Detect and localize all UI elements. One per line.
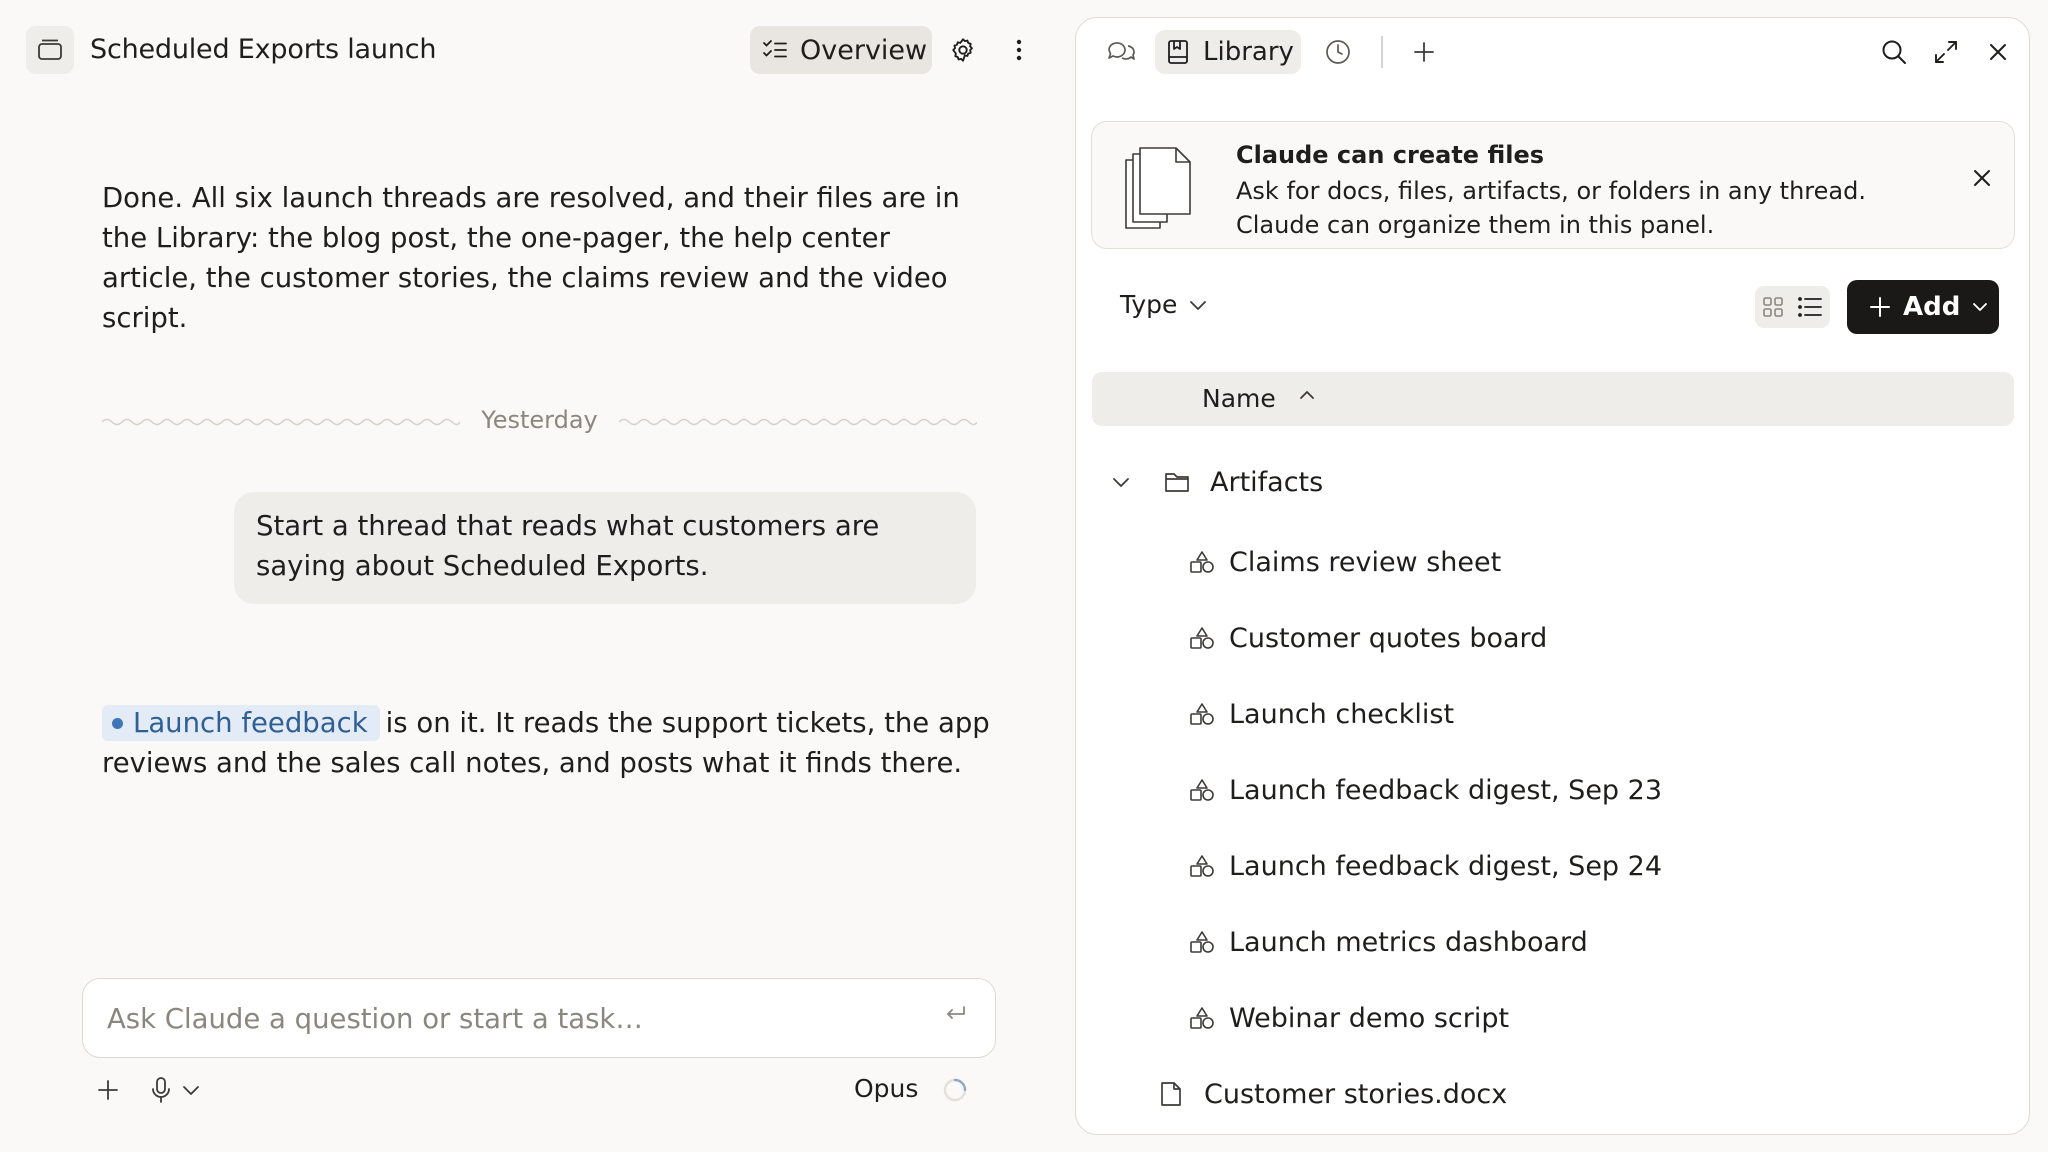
plus-icon	[1412, 40, 1436, 64]
create-files-banner: Claude can create files Ask for docs, fi…	[1091, 121, 2015, 249]
new-tab-button[interactable]	[1402, 30, 1446, 74]
chevron-down-icon	[1972, 302, 1988, 313]
chevron-down-icon	[1189, 299, 1207, 311]
type-filter-label: Type	[1120, 290, 1178, 319]
date-divider: Yesterday	[102, 400, 977, 444]
list-view-button[interactable]	[1797, 296, 1823, 318]
model-selector[interactable]: Opus	[854, 1074, 918, 1103]
file-label: Customer stories.docx	[1204, 1078, 1508, 1110]
chat-bubbles-icon	[1106, 38, 1136, 66]
artifact-row[interactable]: Launch feedback digest, Sep 23	[1189, 762, 1662, 818]
chat-header: Scheduled Exports launch Overview	[0, 0, 1060, 100]
checklist-icon	[762, 39, 788, 61]
grid-icon	[1762, 296, 1784, 318]
artifact-shapes-icon	[1189, 702, 1215, 726]
search-icon	[1880, 38, 1908, 66]
file-row[interactable]: Customer stories.docx	[1160, 1066, 1507, 1122]
artifact-row[interactable]: Launch checklist	[1189, 686, 1454, 742]
composer-tools	[96, 1070, 200, 1110]
more-vertical-icon	[1015, 38, 1023, 62]
page-title: Scheduled Exports launch	[90, 34, 437, 65]
artifact-shapes-icon	[1189, 626, 1215, 650]
composer	[82, 978, 996, 1058]
chevron-down-icon	[182, 1084, 200, 1096]
voice-options-dropdown[interactable]	[182, 1084, 200, 1096]
banner-body: Ask for docs, files, artifacts, or folde…	[1236, 177, 1866, 239]
plus-icon	[1869, 296, 1891, 318]
assistant-message: Launch feedback is on it. It reads the su…	[102, 703, 992, 783]
type-filter-dropdown[interactable]: Type	[1120, 290, 1207, 319]
artifact-label: Claims review sheet	[1229, 546, 1502, 578]
microphone-button[interactable]	[150, 1076, 172, 1104]
divider-wave-right	[619, 418, 977, 426]
grid-view-button[interactable]	[1762, 296, 1784, 318]
plus-icon	[96, 1078, 120, 1102]
folder-icon	[1164, 471, 1190, 493]
thread-status-dot	[112, 718, 123, 729]
clock-icon	[1324, 38, 1352, 66]
artifact-shapes-icon	[1189, 854, 1215, 878]
artifact-row[interactable]: Launch metrics dashboard	[1189, 914, 1588, 970]
sidebar-toggle-icon	[37, 38, 63, 62]
list-icon	[1797, 296, 1823, 318]
expand-panel-button[interactable]	[1924, 30, 1968, 74]
document-icon	[1160, 1081, 1182, 1107]
artifact-row[interactable]: Customer quotes board	[1189, 610, 1547, 666]
settings-button[interactable]	[941, 28, 985, 72]
more-options-button[interactable]	[997, 28, 1041, 72]
assistant-message: Done. All six launch threads are resolve…	[102, 182, 960, 334]
microphone-icon	[150, 1076, 172, 1104]
artifact-label: Launch metrics dashboard	[1229, 926, 1588, 958]
history-tab[interactable]	[1316, 30, 1360, 74]
add-button[interactable]: Add	[1847, 280, 1999, 334]
expand-icon	[1933, 39, 1959, 65]
artifact-label: Launch feedback digest, Sep 24	[1229, 850, 1663, 882]
view-toggle	[1755, 286, 1830, 328]
folder-label: Artifacts	[1210, 466, 1324, 498]
artifact-label: Launch feedback digest, Sep 23	[1229, 774, 1663, 806]
artifact-row[interactable]: Claims review sheet	[1189, 534, 1501, 590]
files-stack-icon	[1122, 144, 1196, 232]
sidebar-toggle-button[interactable]	[26, 26, 74, 74]
artifact-label: Customer quotes board	[1229, 622, 1548, 654]
library-panel: Library Claude can create files Ask for …	[1075, 17, 2030, 1135]
artifact-shapes-icon	[1189, 930, 1215, 954]
loading-spinner-icon	[942, 1077, 968, 1103]
folder-row-artifacts[interactable]: Artifacts	[1108, 454, 1323, 510]
book-icon	[1167, 39, 1189, 65]
overview-button[interactable]: Overview	[750, 26, 932, 74]
gear-icon	[949, 36, 977, 64]
tab-library-label: Library	[1203, 37, 1294, 67]
close-panel-button[interactable]	[1976, 30, 2020, 74]
chevron-down-icon[interactable]	[1108, 476, 1134, 488]
overview-label: Overview	[800, 34, 928, 66]
artifact-row[interactable]: Launch feedback digest, Sep 24	[1189, 838, 1662, 894]
message-input[interactable]	[107, 997, 907, 1041]
thread-chip-launch-feedback[interactable]: Launch feedback	[102, 705, 380, 741]
artifact-label: Launch checklist	[1229, 698, 1455, 730]
tab-library[interactable]: Library	[1155, 30, 1301, 74]
add-button-label: Add	[1903, 292, 1961, 322]
search-button[interactable]	[1872, 30, 1916, 74]
tab-separator	[1381, 36, 1383, 68]
artifact-shapes-icon	[1189, 778, 1215, 802]
name-column-label: Name	[1202, 384, 1276, 413]
thread-chip-label: Launch feedback	[133, 707, 368, 739]
artifact-shapes-icon	[1189, 1006, 1215, 1030]
artifact-row[interactable]: Webinar demo script	[1189, 990, 1509, 1046]
user-message: Start a thread that reads what customers…	[234, 492, 976, 604]
artifact-shapes-icon	[1189, 550, 1215, 574]
chat-pane: Scheduled Exports launch Overview Done. …	[0, 0, 1060, 1152]
close-icon	[1987, 41, 2009, 63]
add-attachment-button[interactable]	[96, 1078, 120, 1102]
close-icon	[1972, 168, 1992, 188]
banner-title: Claude can create files	[1236, 141, 1545, 169]
name-column-header[interactable]: Name	[1092, 372, 2014, 426]
threads-tab[interactable]	[1099, 30, 1143, 74]
artifact-label: Webinar demo script	[1229, 1002, 1510, 1034]
chevron-up-icon	[1298, 389, 1316, 401]
enter-icon[interactable]	[943, 1001, 969, 1027]
close-banner-button[interactable]	[1972, 168, 1992, 188]
